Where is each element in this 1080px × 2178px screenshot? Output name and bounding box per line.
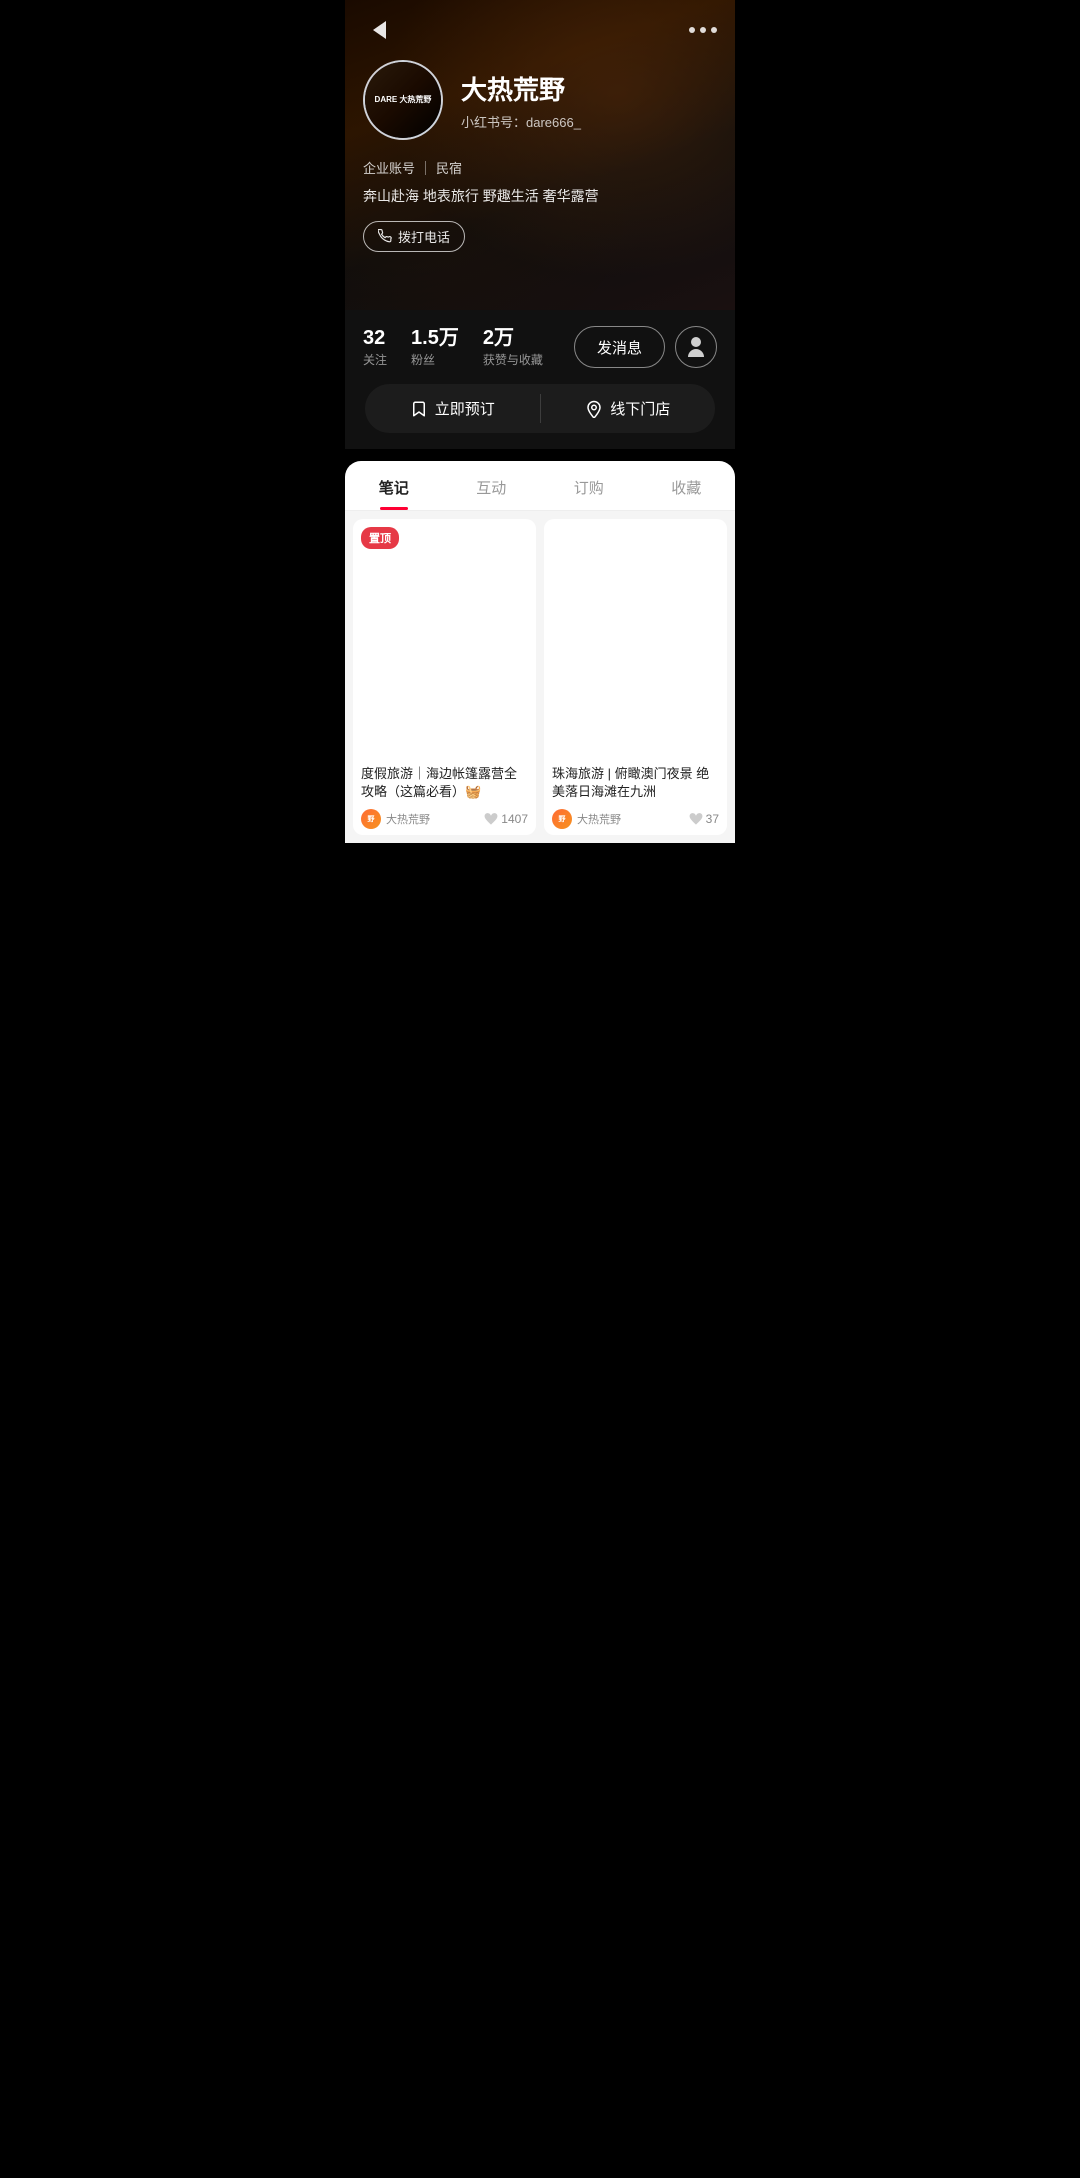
likes-count-2: 37 (706, 812, 719, 826)
dot-2 (700, 27, 706, 33)
card-1-likes: 1407 (484, 812, 528, 826)
author-avatar-2: 野 (552, 809, 572, 829)
profile-bio: 奔山赴海 地表旅行 野趣生活 奢华露营 (363, 187, 717, 207)
card-1-author: 野 大热荒野 (361, 809, 430, 829)
profile-id-label: 小红书号： (461, 115, 526, 130)
tab-interact[interactable]: 互动 (443, 461, 541, 510)
more-button[interactable] (689, 27, 717, 33)
profile-info: 大热荒野 小红书号：dare666_ (461, 70, 581, 131)
stat-following[interactable]: 32 关注 (363, 327, 387, 368)
tabs-row: 笔记 互动 订购 收藏 (345, 461, 735, 511)
action-buttons: 发消息 (574, 326, 717, 368)
message-button[interactable]: 发消息 (574, 326, 665, 368)
content-grid: DARE Try If You Dare 置顶 度假旅游｜海边帐篷露营全攻略（这… (345, 511, 735, 843)
quick-actions-bar: 立即预订 线下门店 (365, 384, 715, 433)
followers-number: 1.5万 (411, 327, 459, 349)
heart-icon-1 (484, 812, 498, 826)
author-name-1: 大热荒野 (386, 811, 430, 827)
following-number: 32 (363, 327, 385, 349)
tag-divider (425, 161, 426, 175)
pinned-badge: 置顶 (361, 527, 399, 549)
back-arrow-icon (373, 21, 386, 39)
tag-enterprise: 企业账号 (363, 158, 415, 177)
card-2-image (544, 519, 727, 757)
call-button-label: 拨打电话 (398, 227, 450, 246)
card-1-footer: 野 大热荒野 1407 (361, 809, 528, 829)
following-label: 关注 (363, 351, 387, 368)
stats-row: 32 关注 1.5万 粉丝 2万 获赞与收藏 发消息 (363, 326, 717, 368)
card-1-body: 度假旅游｜海边帐篷露营全攻略（这篇必看）🧺 野 大热荒野 1407 (353, 757, 536, 835)
likes-label: 获赞与收藏 (483, 351, 543, 368)
profile-name: 大热荒野 (461, 70, 581, 107)
avatar-inner: DARE 大热荒野 (365, 62, 441, 138)
card-2-footer: 野 大热荒野 37 (552, 809, 719, 829)
card-2[interactable]: 珠海旅游 | 俯瞰澳门夜景 绝美落日海滩在九洲 野 大热荒野 37 (544, 519, 727, 835)
avatar: DARE 大热荒野 (363, 60, 443, 140)
person-body (688, 349, 704, 357)
dot-1 (689, 27, 695, 33)
top-navigation (345, 0, 735, 60)
follow-button[interactable] (675, 326, 717, 368)
tabs-container: 笔记 互动 订购 收藏 (345, 461, 735, 511)
offline-store-button[interactable]: 线下门店 (541, 384, 716, 433)
author-name-2: 大热荒野 (577, 811, 621, 827)
profile-top: DARE 大热荒野 大热荒野 小红书号：dare666_ (363, 60, 717, 140)
followers-label: 粉丝 (411, 351, 435, 368)
stat-likes[interactable]: 2万 获赞与收藏 (483, 327, 543, 368)
tab-order[interactable]: 订购 (540, 461, 638, 510)
tab-notes[interactable]: 笔记 (345, 461, 443, 510)
card-2-body: 珠海旅游 | 俯瞰澳门夜景 绝美落日海滩在九洲 野 大热荒野 37 (544, 757, 727, 835)
profile-id: 小红书号：dare666_ (461, 112, 581, 131)
card-1-image: DARE Try If You Dare (353, 519, 536, 757)
dot-3 (711, 27, 717, 33)
person-head (691, 337, 701, 347)
profile-tags: 企业账号 民宿 (363, 158, 717, 177)
card-2-title: 珠海旅游 | 俯瞰澳门夜景 绝美落日海滩在九洲 (552, 765, 719, 801)
call-button[interactable]: 拨打电话 (363, 221, 465, 252)
profile-section: DARE 大热荒野 大热荒野 小红书号：dare666_ 企业账号 民宿 奔山赴… (363, 60, 717, 252)
tab-collect[interactable]: 收藏 (638, 461, 736, 510)
likes-count-1: 1407 (501, 812, 528, 826)
hero-section: DARE 大热荒野 大热荒野 小红书号：dare666_ 企业账号 民宿 奔山赴… (345, 0, 735, 310)
card-1[interactable]: DARE Try If You Dare 置顶 度假旅游｜海边帐篷露营全攻略（这… (353, 519, 536, 835)
avatar-logo-text: DARE 大热荒野 (375, 95, 432, 105)
phone-icon (378, 229, 392, 243)
heart-icon-2 (689, 812, 703, 826)
back-button[interactable] (363, 14, 395, 46)
location-icon (585, 400, 603, 418)
tag-minsu: 民宿 (436, 158, 462, 177)
likes-number: 2万 (483, 327, 514, 349)
card-2-author: 野 大热荒野 (552, 809, 621, 829)
book-now-label: 立即预订 (435, 398, 495, 419)
stats-section: 32 关注 1.5万 粉丝 2万 获赞与收藏 发消息 立即预订 (345, 310, 735, 449)
stat-followers[interactable]: 1.5万 粉丝 (411, 327, 459, 368)
bookmark-icon (410, 400, 428, 418)
offline-store-label: 线下门店 (610, 398, 670, 419)
person-icon (686, 337, 706, 357)
card-1-title: 度假旅游｜海边帐篷露营全攻略（这篇必看）🧺 (361, 765, 528, 801)
profile-id-value: dare666_ (526, 115, 581, 130)
author-avatar-1: 野 (361, 809, 381, 829)
card-2-likes: 37 (689, 812, 719, 826)
book-now-button[interactable]: 立即预订 (365, 384, 540, 433)
